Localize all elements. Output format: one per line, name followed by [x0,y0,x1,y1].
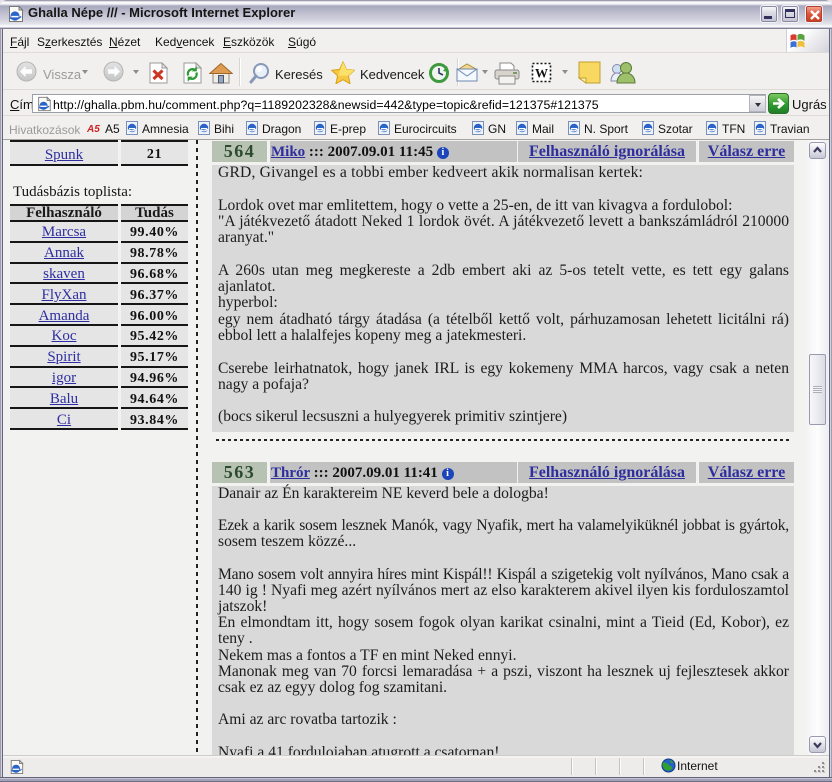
svg-text:A5: A5 [87,124,100,134]
svg-text:W: W [535,66,548,81]
